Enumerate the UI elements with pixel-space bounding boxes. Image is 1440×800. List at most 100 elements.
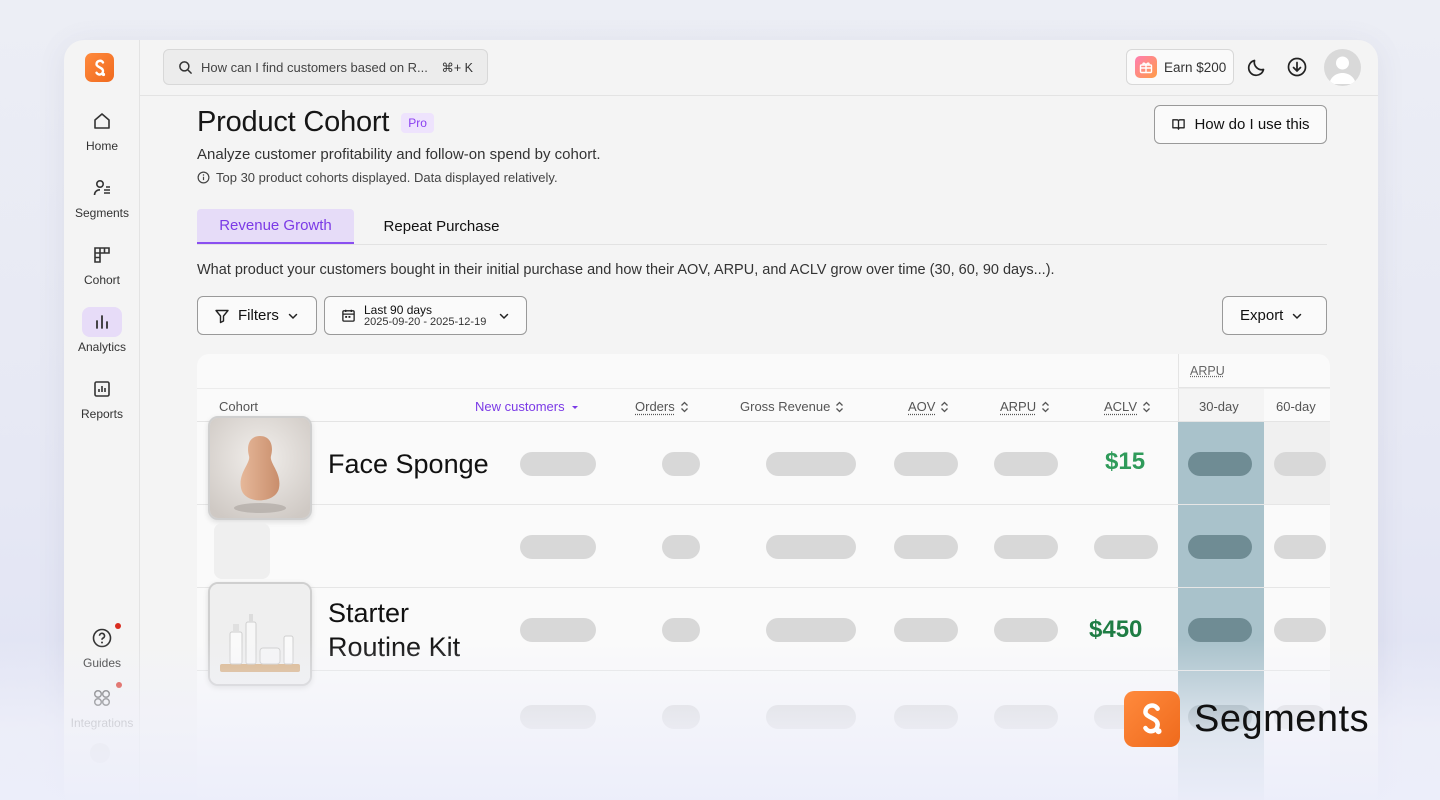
earn-referral-button[interactable]: Earn $200 — [1126, 49, 1234, 85]
earn-label: Earn $200 — [1164, 60, 1226, 75]
date-range-picker[interactable]: Last 90 days 2025-09-20 - 2025-12-19 — [324, 296, 527, 335]
product-name-line2: Routine Kit — [328, 630, 460, 664]
export-button[interactable]: Export — [1222, 296, 1327, 335]
table-row[interactable]: Starter Routine Kit $450 — [197, 588, 1330, 671]
date-range-label: Last 90 days — [364, 304, 486, 316]
filter-icon — [214, 308, 230, 324]
new-customers-value — [520, 535, 596, 559]
how-to-use-button[interactable]: How do I use this — [1154, 105, 1327, 144]
calendar-icon — [341, 308, 356, 323]
sidebar-item-home[interactable]: Home — [64, 106, 140, 166]
sidebar-item-label: Segments — [75, 206, 129, 220]
product-name-line1: Starter — [328, 596, 409, 630]
sidebar-item-cohort[interactable]: Cohort — [64, 240, 140, 300]
how-to-use-label: How do I use this — [1194, 116, 1309, 133]
tab-description: What product your customers bought in th… — [197, 262, 1055, 278]
cohort-icon — [82, 240, 122, 270]
download-icon — [1286, 56, 1308, 78]
table-header: Cohort New customers Orders Gross Revenu… — [197, 388, 1330, 422]
col-header-new-customers[interactable]: New customers — [475, 399, 580, 414]
filters-button[interactable]: Filters — [197, 296, 317, 335]
gross-revenue-value — [766, 705, 856, 729]
topbar: How can I find customers based on R... ⌘… — [140, 40, 1378, 96]
sidebar-item-reports[interactable]: Reports — [64, 374, 140, 434]
logo-s-icon — [92, 58, 108, 78]
col-header-arpu[interactable]: ARPU — [1000, 399, 1050, 414]
arpu-60-day-value — [1274, 618, 1326, 642]
col-header-orders[interactable]: Orders — [635, 399, 689, 414]
arpu-value — [994, 618, 1058, 642]
user-avatar[interactable] — [1324, 49, 1361, 86]
filters-label: Filters — [238, 307, 279, 324]
aclv-value — [1094, 535, 1158, 559]
col-header-30-day: 30-day — [1199, 399, 1239, 414]
sidebar-item-label: Reports — [81, 407, 123, 421]
sort-icon — [835, 401, 844, 413]
download-button[interactable] — [1284, 54, 1310, 80]
notification-dot — [116, 682, 122, 688]
search-icon — [178, 60, 193, 75]
sidebar-item-label: Home — [86, 139, 118, 153]
app-logo[interactable] — [85, 53, 114, 82]
arpu-30-day-value — [1188, 535, 1252, 559]
col-header-aov[interactable]: AOV — [908, 399, 949, 414]
gross-revenue-value — [766, 452, 856, 476]
export-label: Export — [1240, 307, 1283, 324]
sidebar-item-integrations[interactable]: Integrations — [64, 683, 140, 743]
table-row[interactable] — [197, 505, 1330, 588]
gift-icon — [1135, 56, 1157, 78]
orders-value — [662, 535, 700, 559]
arpu-value — [994, 535, 1058, 559]
sort-icon — [1041, 401, 1050, 413]
dark-mode-toggle[interactable] — [1244, 54, 1270, 80]
tab-label: Repeat Purchase — [384, 218, 500, 235]
date-range-value: 2025-09-20 - 2025-12-19 — [364, 316, 486, 328]
orders-value — [662, 705, 700, 729]
arpu-value — [994, 705, 1058, 729]
new-customers-value — [520, 452, 596, 476]
col-header-gross-revenue[interactable]: Gross Revenue — [740, 399, 844, 414]
orders-value — [662, 452, 700, 476]
sidebar-item-label: Analytics — [78, 340, 126, 354]
book-icon — [1171, 117, 1186, 132]
product-image-placeholder — [214, 523, 270, 579]
chevron-down-icon — [287, 310, 299, 322]
brand-logo — [1124, 691, 1180, 747]
arpu-30-day-value — [1188, 618, 1252, 642]
aov-value — [894, 618, 958, 642]
title-row: Product Cohort Pro — [197, 106, 434, 139]
segments-icon — [82, 173, 122, 203]
date-range-text: Last 90 days 2025-09-20 - 2025-12-19 — [364, 304, 486, 328]
aov-value — [894, 535, 958, 559]
arpu-60-day-value — [1274, 535, 1326, 559]
tab-repeat-purchase[interactable]: Repeat Purchase — [354, 209, 529, 244]
arpu-group-header: ARPU — [1178, 354, 1330, 388]
sidebar-item-guides[interactable]: Guides — [64, 623, 140, 683]
page-title: Product Cohort — [197, 106, 389, 139]
tab-revenue-growth[interactable]: Revenue Growth — [197, 209, 354, 244]
sidebar-avatar[interactable] — [90, 743, 110, 763]
sidebar-item-label: Integrations — [71, 716, 134, 730]
table-row[interactable]: Face Sponge $15 — [197, 422, 1330, 505]
sidebar-item-analytics[interactable]: Analytics — [64, 307, 140, 367]
aov-value — [894, 452, 958, 476]
sort-icon — [680, 401, 689, 413]
search-input[interactable]: How can I find customers based on R... ⌘… — [163, 49, 488, 85]
integrations-icon — [82, 683, 122, 713]
col-header-cohort: Cohort — [219, 399, 258, 414]
arpu-value — [994, 452, 1058, 476]
col-header-aclv[interactable]: ACLV — [1104, 399, 1151, 414]
sidebar-item-label: Cohort — [84, 273, 120, 287]
chevron-down-icon — [498, 310, 510, 322]
sidebar-item-segments[interactable]: Segments — [64, 173, 140, 233]
search-shortcut: ⌘+ K — [441, 60, 473, 75]
home-icon — [82, 106, 122, 136]
sidebar: Home Segments Cohort Analytics Reports G… — [64, 40, 140, 800]
info-icon — [197, 171, 210, 184]
gross-revenue-value — [766, 618, 856, 642]
arpu-group-label: ARPU — [1190, 364, 1225, 378]
orders-value — [662, 618, 700, 642]
product-name: Face Sponge — [328, 447, 489, 481]
col-header-60-day: 60-day — [1276, 399, 1316, 414]
notification-dot — [115, 623, 121, 629]
